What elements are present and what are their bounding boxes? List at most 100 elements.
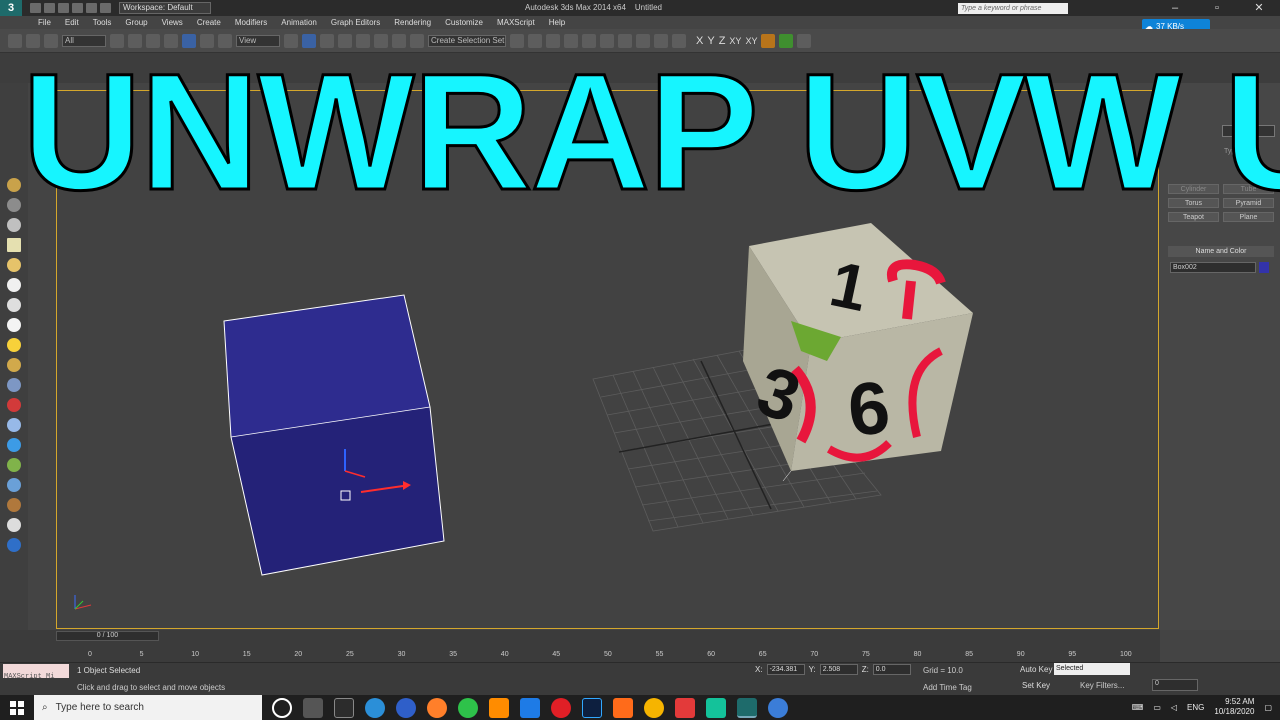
time-slider[interactable]: 0 / 100 [56,631,159,641]
menu-rendering[interactable]: Rendering [394,18,431,27]
firefox-icon[interactable] [427,697,447,718]
cylinder-icon[interactable] [7,298,21,312]
z-label: Z: [861,665,869,674]
cone-icon[interactable] [7,258,21,272]
chromium-icon[interactable] [396,697,416,718]
coordinate-display: X: -234.381 Y: 2.508 Z: 0.0 [755,664,911,675]
timeline-tick: 30 [397,651,406,658]
key-filters-button[interactable]: Key Filters... [1080,681,1124,690]
name-and-color-rollout[interactable]: Name and Color [1168,246,1274,257]
sun-icon[interactable] [7,338,21,352]
app-yellow-icon[interactable] [644,697,664,718]
current-frame-field[interactable]: 0 [1152,679,1198,691]
maxscript-listener[interactable]: MAXScript Mi [3,664,69,681]
taskbar-search-input[interactable]: ⌕ Type here to search [34,695,262,720]
orbit-icon[interactable] [7,518,21,532]
snapshot-icon[interactable] [7,478,21,492]
edge-icon[interactable] [365,697,385,718]
task-view-icon[interactable] [303,697,323,718]
nav-icon[interactable] [7,538,21,552]
link-icon[interactable] [8,33,22,48]
anydesk-icon[interactable] [675,697,695,718]
timeline-tick: 0 [88,651,92,658]
menu-customize[interactable]: Customize [445,18,483,27]
menu-views[interactable]: Views [162,18,183,27]
notification-icon[interactable]: ▢ [1264,703,1272,712]
menu-modifiers[interactable]: Modifiers [235,18,267,27]
3dsmax-task-icon[interactable] [737,697,757,718]
app-window: 3 Workspace: Default Autodesk 3ds Max 20… [0,0,1280,720]
whatsapp-icon[interactable] [458,697,478,718]
vlc-icon[interactable] [489,697,509,718]
menu-tools[interactable]: Tools [93,18,112,27]
object-name-field[interactable]: Box002 [1170,262,1256,273]
app-orange-icon[interactable] [613,697,633,718]
grid-size: Grid = 10.0 [923,666,963,675]
box-icon[interactable] [7,238,21,252]
set-key-button[interactable]: Set Key [1022,681,1050,690]
menu-animation[interactable]: Animation [281,18,317,27]
windows-start-icon[interactable] [0,695,34,720]
photoshop-icon[interactable] [582,697,602,718]
app-logo[interactable]: 3 [0,0,22,16]
minimize-icon[interactable]: – [1154,0,1196,16]
sphere-icon[interactable] [7,278,21,292]
redo-icon[interactable] [86,3,97,13]
paint-icon[interactable] [7,398,21,412]
globe-icon[interactable] [7,438,21,452]
menu-edit[interactable]: Edit [65,18,79,27]
new-icon[interactable] [30,3,41,13]
hand-icon[interactable] [7,458,21,472]
hierarchy-tool-icon[interactable] [7,218,21,232]
timeline-tick: 80 [913,651,922,658]
keyboard-icon[interactable]: ⌨ [1132,703,1144,712]
menu-graph-editors[interactable]: Graph Editors [331,18,380,27]
timeline-tick: 50 [604,651,612,658]
language-indicator[interactable]: ENG [1187,703,1204,712]
menu-group[interactable]: Group [125,18,147,27]
track-bar[interactable]: 0 5 10 15 20 25 30 35 40 45 50 55 60 65 70 75 80 85 90 95 10… [88,645,1132,660]
hold-icon[interactable] [100,3,111,13]
maximize-icon[interactable]: ▫ [1196,0,1238,16]
key-mode-dropdown[interactable]: Selected [1054,663,1130,675]
workspace-dropdown[interactable]: Workspace: Default [119,2,211,14]
cortana-icon[interactable] [272,697,292,718]
menu-file[interactable]: File [38,18,51,27]
modify-tool-icon[interactable] [7,198,21,212]
clock[interactable]: 9:52 AM 10/18/2020 [1214,697,1254,717]
graphite-icon[interactable] [7,418,21,432]
y-coordinate-field[interactable]: 2.508 [819,664,858,675]
ndi-icon[interactable] [334,697,354,718]
object-color-swatch[interactable] [1259,262,1269,273]
pipe-icon[interactable] [7,498,21,512]
telegram-icon[interactable] [520,697,540,718]
add-time-tag-button[interactable]: Add Time Tag [923,683,972,692]
timeline-tick: 75 [862,651,870,658]
close-icon[interactable]: ✕ [1238,0,1280,16]
open-icon[interactable] [44,3,55,13]
timeline-tick: 20 [294,651,303,658]
timeline-tick: 60 [707,651,715,658]
volume-icon[interactable]: ◁ [1171,703,1177,712]
z-coordinate-field[interactable]: 0.0 [872,664,911,675]
search-input[interactable]: Type a keyword or phrase [958,3,1068,14]
undo-icon[interactable] [72,3,83,13]
create-tool-icon[interactable] [7,178,21,192]
light-icon[interactable] [7,318,21,332]
blue-box[interactable] [223,294,445,576]
torus-icon[interactable] [7,358,21,372]
menu-help[interactable]: Help [549,18,565,27]
app-blue-icon[interactable] [768,697,788,718]
helper-icon[interactable] [7,378,21,392]
timeline-tick: 35 [449,651,457,658]
menu-maxscript[interactable]: MAXScript [497,18,535,27]
magnifier-icon: ⌕ [42,702,48,713]
save-icon[interactable] [58,3,69,13]
network-icon[interactable]: ▭ [1153,703,1161,712]
menu-create[interactable]: Create [197,18,221,27]
x-label: X: [755,665,763,674]
x-coordinate-field[interactable]: -234.381 [766,664,805,675]
auto-key-button[interactable]: Auto Key [1020,665,1052,674]
app-teal-icon[interactable] [706,697,726,718]
opera-icon[interactable] [551,697,571,718]
